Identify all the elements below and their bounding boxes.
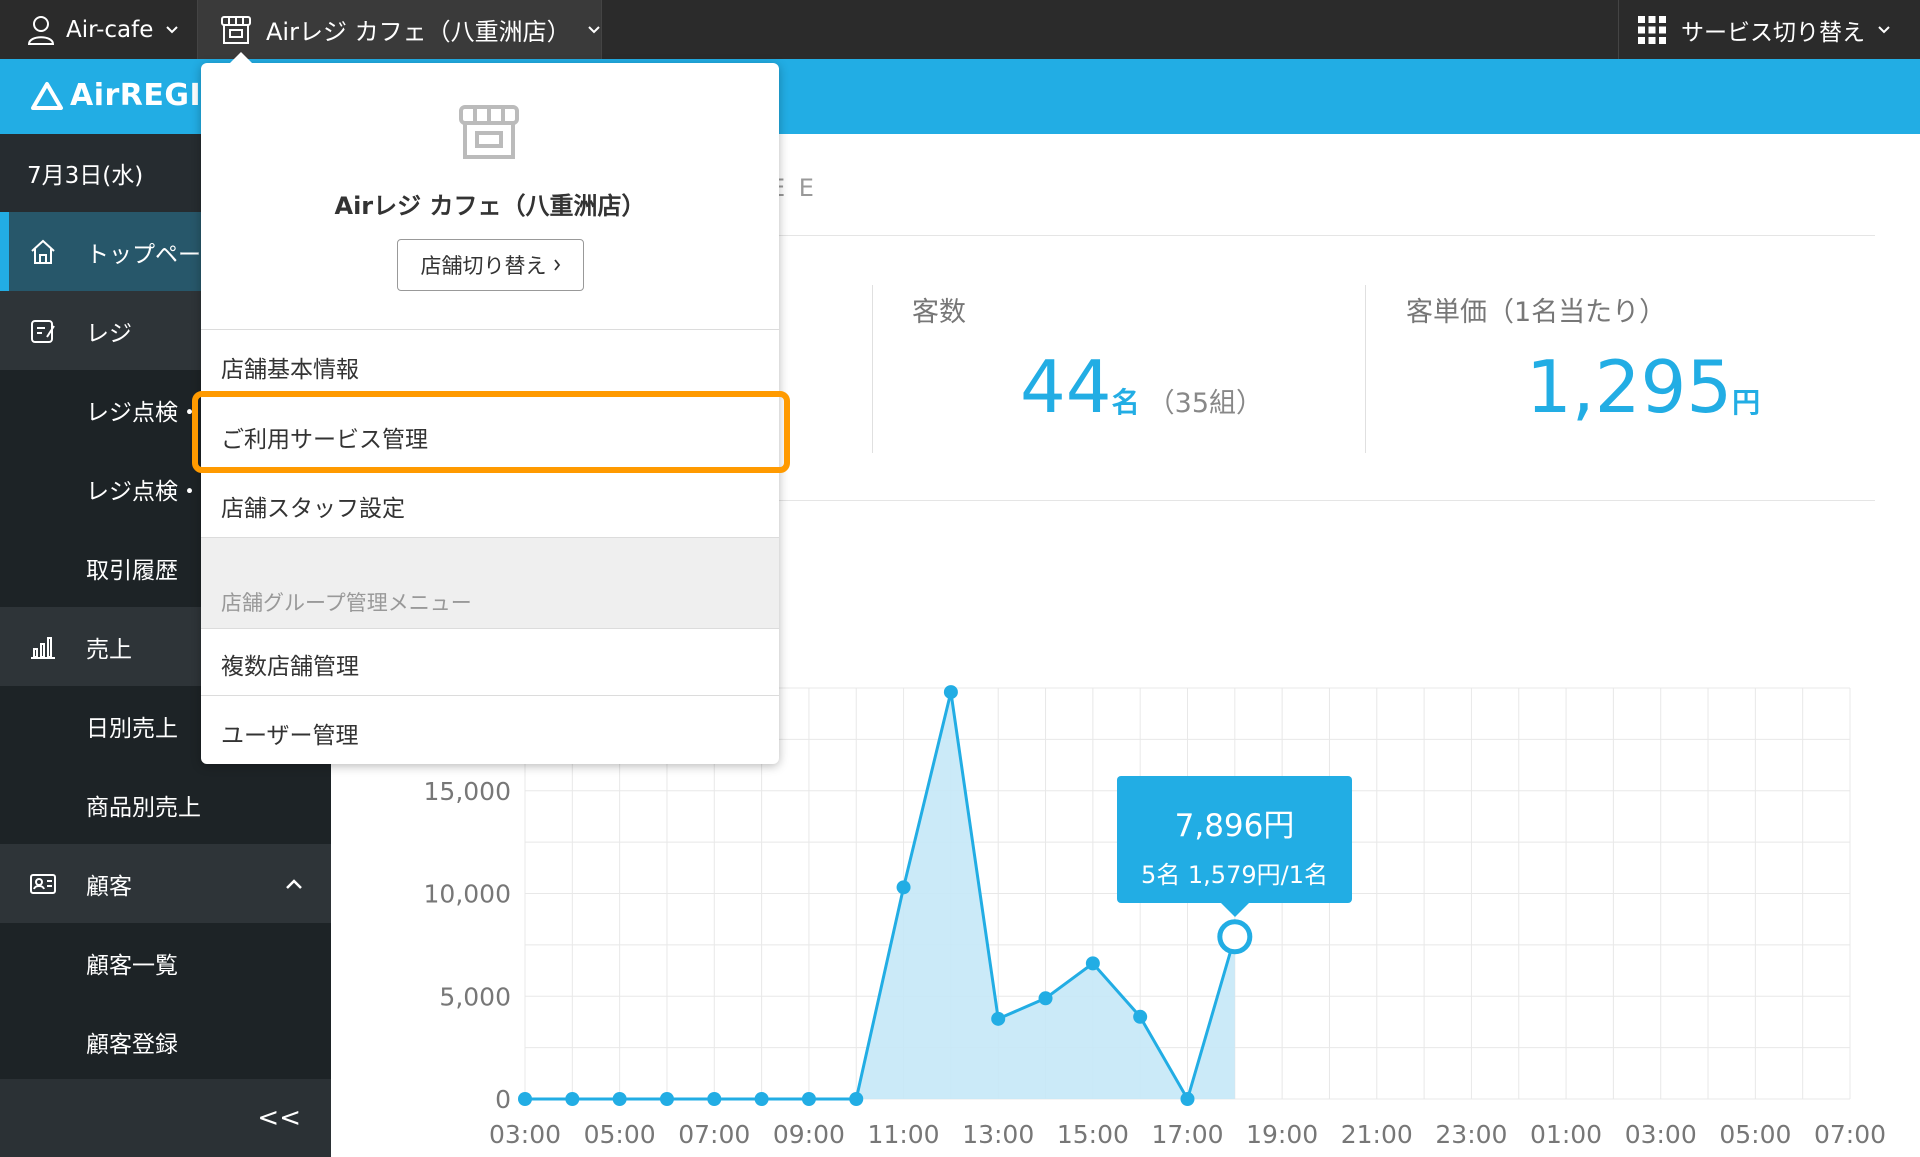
- chevron-right-icon: [553, 258, 561, 272]
- x-tick-label: 03:00: [1625, 1120, 1697, 1149]
- x-tick-label: 03:00: [489, 1120, 561, 1149]
- x-tick-label: 23:00: [1435, 1120, 1507, 1149]
- customers-value: 44名 （35組）: [1020, 345, 1263, 429]
- logo-text: AirREGI: [70, 78, 202, 113]
- user-icon: [28, 15, 54, 45]
- data-point: [659, 1092, 674, 1106]
- divider: [201, 695, 779, 696]
- sales-chart-icon: [0, 634, 86, 660]
- data-point: [1038, 991, 1053, 1006]
- airregi-logo[interactable]: AirREGI: [30, 78, 201, 113]
- home-icon: [0, 239, 86, 265]
- account-menu-button[interactable]: Air-cafe: [0, 0, 198, 59]
- x-tick-label: 17:00: [1151, 1120, 1223, 1149]
- x-tick-label: 07:00: [678, 1120, 750, 1149]
- customer-card-icon: [0, 872, 86, 896]
- sidebar-collapse-button[interactable]: <<: [0, 1079, 331, 1157]
- chevron-up-icon[interactable]: [285, 878, 303, 890]
- selected-data-point: [1217, 919, 1253, 955]
- sidebar-item-label: 顧客: [86, 873, 132, 900]
- divider: [201, 628, 779, 629]
- customers-label: 客数: [912, 297, 966, 328]
- divider: [201, 329, 779, 330]
- x-tick-label: 11:00: [868, 1120, 940, 1149]
- account-name: Air-cafe: [66, 16, 154, 43]
- y-tick-label: 10,000: [424, 880, 511, 909]
- data-point: [1180, 1092, 1195, 1106]
- customers-groups: （35組）: [1147, 388, 1263, 419]
- unit-price-unit: 円: [1732, 386, 1761, 419]
- logo-triangle-icon: [30, 81, 64, 111]
- x-tick-label: 09:00: [773, 1120, 845, 1149]
- store-switch-button[interactable]: 店舗切り替え: [397, 239, 584, 291]
- customers-number: 44: [1020, 345, 1112, 429]
- register-icon: [0, 318, 86, 344]
- data-point: [612, 1092, 627, 1106]
- x-tick-label: 05:00: [584, 1120, 656, 1149]
- sidebar-item-customer-list[interactable]: 顧客一覧: [0, 923, 331, 1002]
- y-tick-label: 5,000: [439, 982, 511, 1011]
- divider: [1365, 285, 1366, 453]
- data-point: [943, 685, 958, 700]
- tooltip-detail: 5名 1,579円/1名: [1141, 861, 1328, 889]
- sidebar-item-customer-register[interactable]: 顧客登録: [0, 1002, 331, 1081]
- collapse-icon: <<: [257, 1103, 301, 1133]
- chevron-down-icon: [587, 25, 601, 35]
- menu-item-user-management[interactable]: ユーザー管理: [221, 716, 359, 750]
- data-point: [518, 1092, 532, 1106]
- x-tick-label: 19:00: [1246, 1120, 1318, 1149]
- store-menu-button[interactable]: Airレジ カフェ（八重洲店）: [198, 0, 602, 59]
- y-tick-label: 15,000: [424, 777, 511, 806]
- dropdown-store-name: Airレジ カフェ（八重洲店）: [334, 192, 646, 220]
- store-switch-label: 店舗切り替え: [420, 254, 547, 278]
- data-point: [1133, 1009, 1148, 1024]
- menu-item-store-basic-info[interactable]: 店舗基本情報: [221, 350, 359, 384]
- unit-price-value: 1,295円: [1526, 345, 1760, 429]
- x-tick-label: 13:00: [962, 1120, 1034, 1149]
- menu-item-staff-settings[interactable]: 店舗スタッフ設定: [221, 489, 405, 523]
- data-point: [754, 1092, 769, 1106]
- x-tick-label: 15:00: [1057, 1120, 1129, 1149]
- chevron-down-icon: [1877, 25, 1891, 35]
- grid-icon: [1637, 15, 1667, 45]
- sidebar-item-product-sales[interactable]: 商品別売上: [0, 765, 331, 844]
- x-tick-label: 21:00: [1341, 1120, 1413, 1149]
- sidebar-item-label: 売上: [86, 636, 132, 663]
- data-point: [849, 1092, 864, 1106]
- group-menu-label: 店舗グループ管理メニュー: [221, 591, 472, 615]
- customers-unit: 名: [1111, 386, 1140, 419]
- divider: [201, 537, 779, 538]
- data-point: [1085, 956, 1100, 971]
- y-tick-label: 0: [495, 1085, 511, 1114]
- highlight-box: [192, 391, 790, 473]
- service-switch-label: サービス切り替え: [1681, 19, 1865, 46]
- data-point: [707, 1092, 722, 1106]
- sidebar-item-customers[interactable]: 顧客: [0, 844, 331, 923]
- tooltip-amount: 7,896円: [1174, 808, 1295, 844]
- data-point: [896, 880, 911, 895]
- store-icon: [220, 15, 252, 45]
- divider: [872, 285, 873, 453]
- chart-tooltip: 7,896円 5名 1,579円/1名: [1117, 776, 1352, 917]
- service-switch-button[interactable]: サービス切り替え: [1618, 0, 1920, 59]
- x-tick-label: 07:00: [1814, 1120, 1886, 1149]
- data-point: [801, 1092, 816, 1106]
- chevron-down-icon: [165, 25, 179, 35]
- data-point: [565, 1092, 580, 1106]
- store-icon: [457, 103, 521, 161]
- top-bar: Air-cafe Airレジ カフェ（八重洲店） サービス切り替え: [0, 0, 1920, 59]
- data-point: [991, 1011, 1006, 1026]
- menu-item-multi-store-management[interactable]: 複数店舗管理: [221, 647, 359, 681]
- sidebar-item-label: レジ: [86, 320, 132, 347]
- x-tick-label: 05:00: [1719, 1120, 1791, 1149]
- x-tick-label: 01:00: [1530, 1120, 1602, 1149]
- unit-price-label: 客単価（1名当たり）: [1406, 297, 1667, 328]
- unit-price-number: 1,295: [1526, 345, 1733, 429]
- store-name: Airレジ カフェ（八重洲店）: [266, 18, 571, 46]
